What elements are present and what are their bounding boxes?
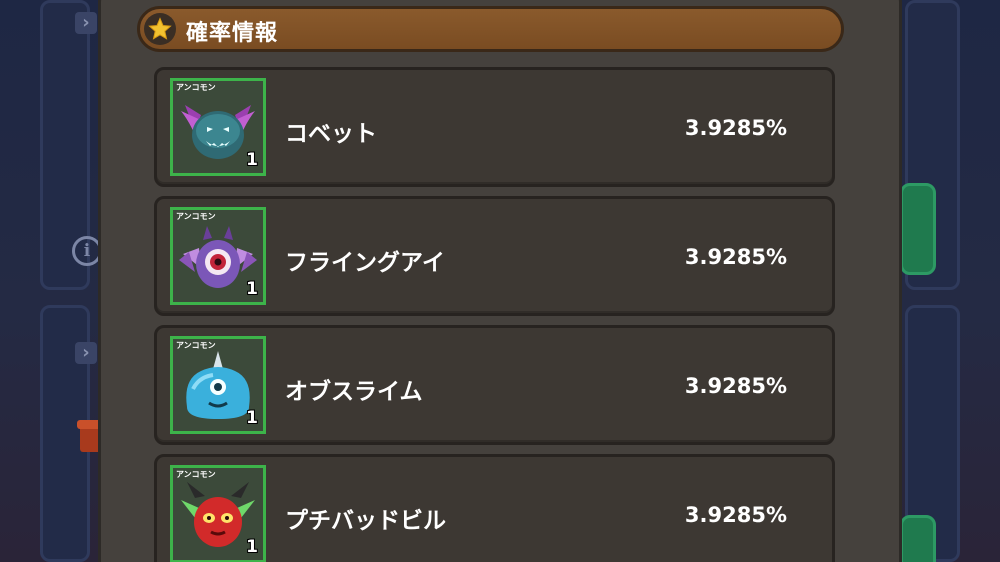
background-green-button [900, 183, 936, 275]
rarity-label: アンコモン [176, 83, 216, 92]
list-item[interactable]: アンコモン 1 オブスライム 3.9285% [154, 325, 835, 445]
quantity-label: 1 [246, 537, 258, 557]
rarity-label: アンコモン [176, 212, 216, 221]
monster-name: プチバッドビル [285, 508, 446, 534]
monster-thumbnail: アンコモン 1 [170, 207, 266, 305]
background-green-button [900, 515, 936, 562]
drop-rate: 3.9285% [684, 245, 787, 269]
monster-thumbnail: アンコモン 1 [170, 465, 266, 562]
rarity-label: アンコモン [176, 470, 216, 479]
quantity-label: 1 [246, 150, 258, 170]
drop-rate: 3.9285% [684, 503, 787, 527]
drop-rate: 3.9285% [684, 116, 787, 140]
monster-name: フライングアイ [285, 250, 445, 276]
list-item[interactable]: アンコモン 1 フライングアイ 3.9285% [154, 196, 835, 316]
monster-name: コベット [285, 121, 377, 147]
monster-name: オブスライム [285, 379, 423, 405]
arrow-icon: › [75, 342, 97, 364]
quantity-label: 1 [246, 279, 258, 299]
list-item[interactable]: アンコモン 1 コベット 3.9285% [154, 67, 835, 187]
monster-thumbnail: アンコモン 1 [170, 336, 266, 434]
rarity-label: アンコモン [176, 341, 216, 350]
panel-title: 確率情報 [186, 21, 279, 46]
list-item[interactable]: アンコモン 1 プチバッドビル 3.9285% [154, 454, 835, 562]
drop-rate: 3.9285% [684, 374, 787, 398]
star-icon [144, 13, 176, 45]
probability-header: 確率情報 [137, 6, 844, 52]
monster-thumbnail: アンコモン 1 [170, 78, 266, 176]
arrow-icon: › [75, 12, 97, 34]
quantity-label: 1 [246, 408, 258, 428]
